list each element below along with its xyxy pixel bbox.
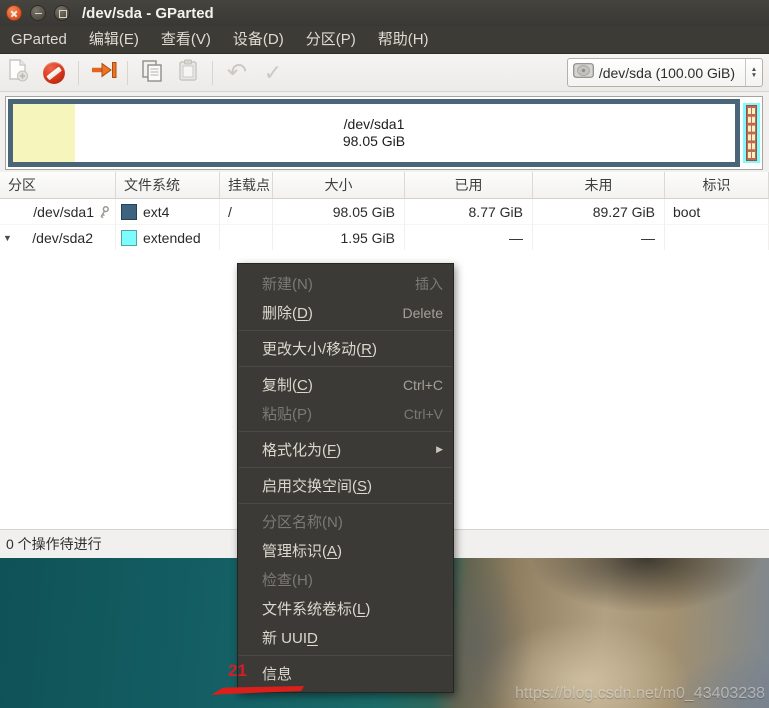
paste-button [171,58,205,88]
menu-item-manage-flags[interactable]: 管理标识(A) [238,536,453,565]
menubar: GParted 编辑(E) 查看(V) 设备(D) 分区(P) 帮助(H) [0,26,769,54]
menu-item-swapon[interactable]: 启用交换空间(S) [238,471,453,500]
column-header-used[interactable]: 已用 [405,172,533,199]
menu-partition[interactable]: 分区(P) [295,26,367,53]
column-header-filesystem[interactable]: 文件系统 [116,172,220,199]
close-button-icon[interactable] [6,5,22,21]
column-header-flags[interactable]: 标识 [665,172,769,199]
maximize-button-icon[interactable] [54,5,70,21]
accelerator: Delete [402,304,443,321]
used-value: — [405,225,533,251]
mount-point [220,225,273,251]
menu-item-format-to[interactable]: 格式化为(F) ▶ [238,435,453,464]
resize-move-button[interactable] [86,58,120,88]
filesystem-color-swatch [121,229,137,246]
accelerator: Ctrl+V [403,405,443,422]
paste-icon [177,59,199,87]
device-label: /dev/sda (100.00 GiB) [598,64,735,81]
menu-separator [238,428,453,435]
unused-value: 89.27 GiB [533,199,665,225]
device-selector[interactable]: /dev/sda (100.00 GiB) ▲ ▼ [566,58,763,87]
column-header-mountpoint[interactable]: 挂载点 [220,172,273,199]
toolbar-separator [78,60,79,85]
filesystem-name: extended [143,229,201,246]
menu-separator [238,327,453,334]
size-value: 98.05 GiB [273,199,405,225]
device-spinner[interactable]: ▲ ▼ [745,59,762,86]
visual-partition-size: 98.05 GiB [342,133,406,149]
menu-edit[interactable]: 编辑(E) [78,26,150,53]
toolbar-separator [127,60,128,85]
menu-help[interactable]: 帮助(H) [367,26,440,53]
watermark-text: https://blog.csdn.net/m0_43403238 [515,685,765,702]
resize-move-arrow-icon [90,61,117,84]
window-title: /dev/sda - GParted [82,4,214,22]
menu-separator [238,500,453,507]
apply-check-icon: ✓ [263,59,283,85]
minimize-button-icon[interactable] [30,5,46,21]
partition-name: /dev/sda1 [33,203,94,220]
delete-partition-button[interactable] [37,58,71,88]
toolbar-separator [212,60,213,85]
column-header-unused[interactable]: 未用 [533,172,665,199]
expander-icon[interactable]: ▼ [3,225,12,250]
filesystem-color-swatch [121,203,137,220]
menu-item-copy[interactable]: 复制(C) Ctrl+C [238,370,453,399]
menu-item-new-uuid[interactable]: 新 UUID [238,623,453,652]
flags-value: boot [665,199,769,225]
menu-item-label-filesystem[interactable]: 文件系统卷标(L) [238,594,453,623]
table-row-sda2[interactable]: ▼ /dev/sda2 extended 1.95 GiB — — [0,225,769,251]
menu-gparted[interactable]: GParted [0,26,78,53]
column-header-partition[interactable]: 分区 [0,172,116,199]
menu-item-check: 检查(H) [262,572,313,589]
menu-item-information[interactable]: 信息 [238,659,453,688]
delete-no-entry-icon [43,61,65,84]
size-value: 1.95 GiB [273,225,405,251]
accelerator: 插入 [415,275,443,292]
toolbar: ↶ ✓ /dev/sda (100.00 GiB) ▲ ▼ [0,54,769,92]
annotation-number: 21 [228,661,247,680]
mounted-key-icon [97,205,111,219]
copy-icon [141,59,164,87]
menu-device[interactable]: 设备(D) [222,26,295,53]
menu-item-new: 新建(N) 插入 [262,275,443,294]
filesystem-name: ext4 [143,203,170,220]
undo-icon: ↶ [226,58,248,86]
partition-visual-sda1[interactable]: /dev/sda1 98.05 GiB [8,99,740,167]
screen: /dev/sda - GParted GParted 编辑(E) 查看(V) 设… [0,0,769,708]
menu-item-delete[interactable]: 删除(D) Delete [238,298,453,327]
menu-separator [238,464,453,471]
partition-context-menu: 新建(N) 插入 删除(D) Delete 更改大小/移动(R) 复制(C) C… [237,263,454,693]
spinner-down-icon: ▼ [750,71,758,79]
window-controls [6,5,70,21]
partition-visual-panel: /dev/sda1 98.05 GiB [5,96,763,170]
hard-disk-icon [572,62,594,83]
accelerator: Ctrl+C [402,376,443,393]
menu-item-resize-move[interactable]: 更改大小/移动(R) [238,334,453,363]
flags-value [665,225,769,251]
menu-item-name-partition: 分区名称(N) [262,514,343,531]
menu-separator [238,363,453,370]
partition-visual-swap[interactable] [746,105,757,161]
apply-button: ✓ [256,58,290,88]
visual-partition-name: /dev/sda1 [343,116,405,132]
partition-visual-extended[interactable] [743,103,760,163]
unused-value: — [533,225,665,251]
menu-view[interactable]: 查看(V) [150,26,222,53]
column-header-size[interactable]: 大小 [273,172,405,199]
new-partition-button [1,58,35,88]
undo-button: ↶ [220,58,254,88]
table-row-sda1[interactable]: /dev/sda1 ext4 / 98.05 GiB 8.77 GiB 89.2… [0,199,769,225]
used-value: 8.77 GiB [405,199,533,225]
mount-point: / [220,199,273,225]
copy-button[interactable] [135,58,169,88]
pending-operations-text: 0 个操作待进行 [6,536,102,552]
submenu-arrow-icon: ▶ [436,444,443,454]
partition-name: /dev/sda2 [32,229,93,246]
menu-item-paste: 粘贴(P) Ctrl+V [262,405,443,424]
new-partition-icon [7,58,29,87]
titlebar: /dev/sda - GParted [0,0,769,26]
table-header-row: 分区 文件系统 挂载点 大小 已用 未用 标识 [0,172,769,199]
menu-separator [238,652,453,659]
